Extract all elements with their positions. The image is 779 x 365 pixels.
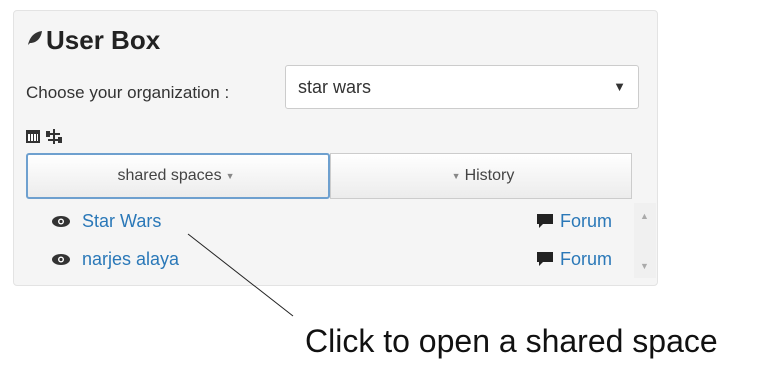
annotation-caption: Click to open a shared space bbox=[305, 323, 718, 359]
annotation-leader-line bbox=[187, 233, 294, 317]
